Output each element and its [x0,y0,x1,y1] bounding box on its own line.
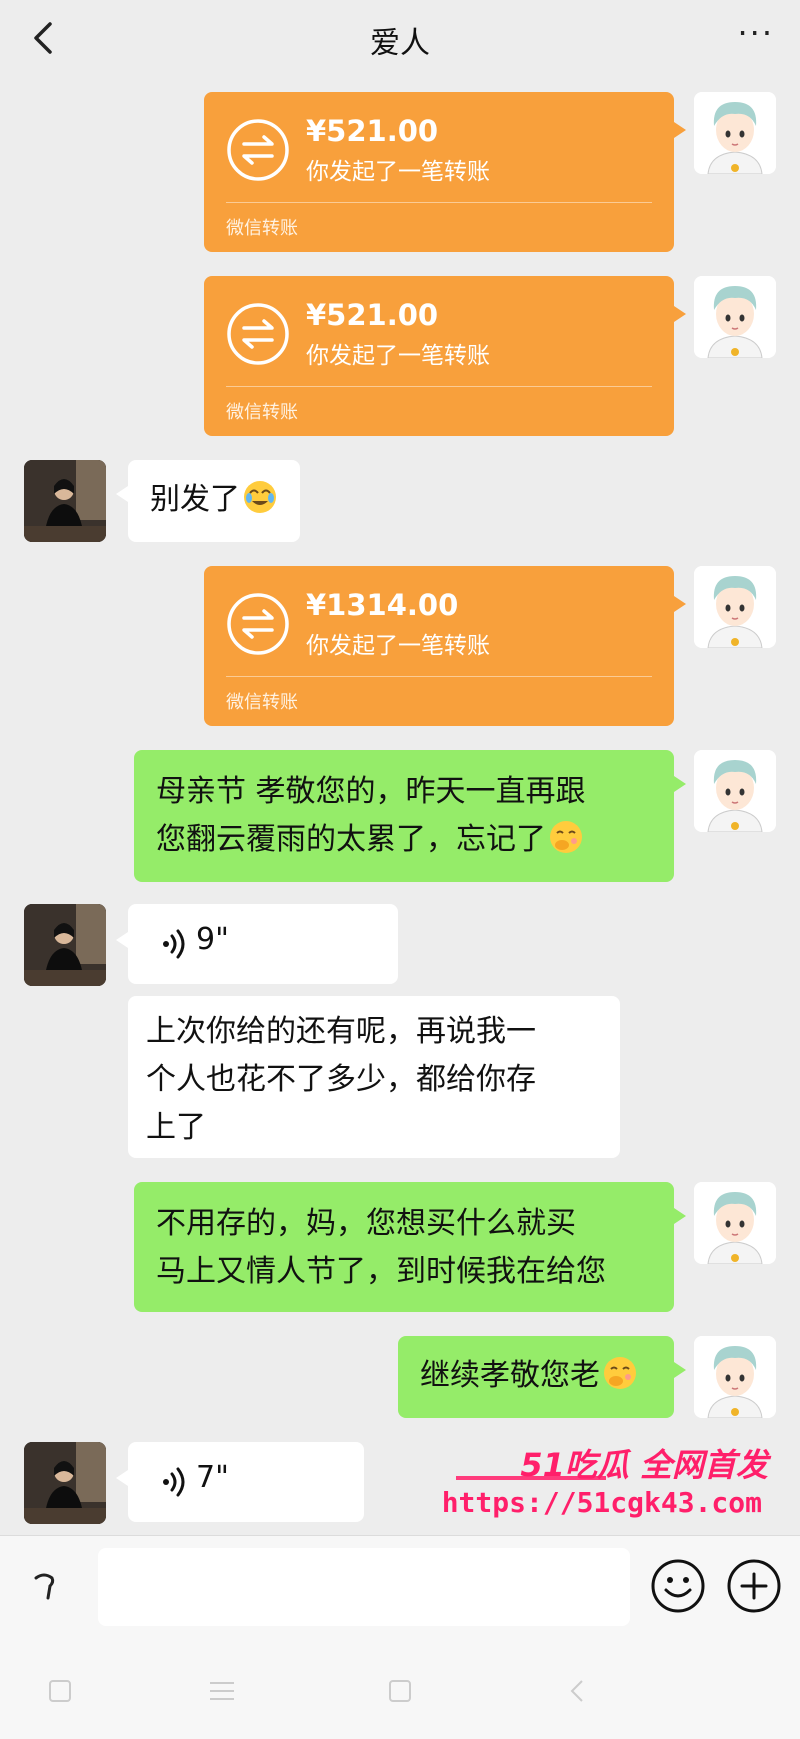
shy-face-emoji-icon [604,1357,636,1389]
message-input[interactable] [98,1548,630,1626]
nav-home-icon[interactable] [384,1675,416,1707]
message-text: 继续孝敬您老 [420,1358,600,1393]
divider [226,676,652,677]
chat-header: 爱人 ··· [0,0,800,76]
emoji-button-icon[interactable] [648,1556,708,1616]
system-nav-bar [0,1645,800,1739]
sent-message[interactable]: 继续孝敬您老 [398,1336,686,1418]
divider [226,202,652,203]
cartoon-boy-avatar-icon [694,750,776,832]
cartoon-boy-avatar-icon [694,1182,776,1264]
message-line: 不用存的，妈，您想买什么就买 [156,1206,576,1241]
sent-message[interactable]: 母亲节 孝敬您的，昨天一直再跟 您翻云覆雨的太累了，忘记了 [134,750,686,882]
watermark-brand: 51吃瓜 全网首发 [520,1446,768,1484]
transfer-description: 你发起了一笔转账 [306,159,490,185]
contact-avatar[interactable] [24,460,106,542]
voice-wave-icon [163,929,185,959]
plus-button-icon[interactable] [724,1556,784,1616]
transfer-description: 你发起了一笔转账 [306,343,490,369]
contact-photo-icon [24,904,106,986]
voice-duration: 9" [196,922,229,957]
voice-message[interactable]: 7" [116,1442,364,1522]
contact-avatar[interactable] [24,904,106,986]
cartoon-boy-avatar-icon [694,276,776,358]
message-line: 马上又情人节了，到时候我在给您 [156,1254,606,1289]
transfer-footer: 微信转账 [226,218,298,239]
transfer-card[interactable]: ¥521.00 你发起了一笔转账 微信转账 [204,276,686,436]
message-line: 您翻云覆雨的太累了，忘记了 [156,816,652,864]
cartoon-boy-avatar-icon [694,1336,776,1418]
my-avatar[interactable] [694,1182,776,1264]
nav-menu-icon[interactable] [206,1675,238,1707]
transfer-footer: 微信转账 [226,692,298,713]
transfer-footer: 微信转账 [226,402,298,423]
transfer-amount: ¥521.00 [306,298,439,332]
more-options-button[interactable]: ··· [737,14,774,52]
nav-recent-apps-icon[interactable] [44,1675,76,1707]
my-avatar[interactable] [694,566,776,648]
cartoon-boy-avatar-icon [694,566,776,648]
transfer-card[interactable]: ¥521.00 你发起了一笔转账 微信转账 [204,92,686,252]
transfer-icon [227,593,289,655]
my-avatar[interactable] [694,750,776,832]
my-avatar[interactable] [694,92,776,174]
voice-message[interactable]: 9" [116,904,398,984]
sent-message[interactable]: 不用存的，妈，您想买什么就买 马上又情人节了，到时候我在给您 [134,1182,686,1312]
contact-photo-icon [24,1442,106,1524]
watermark: 51吃瓜 全网首发 https://51cgk43.com [442,1440,788,1524]
transfer-amount: ¥1314.00 [306,588,459,622]
shy-face-emoji-icon [550,821,582,853]
cartoon-boy-avatar-icon [694,92,776,174]
transfer-icon [227,119,289,181]
divider [226,386,652,387]
transfer-icon [227,303,289,365]
message-line: 母亲节 孝敬您的，昨天一直再跟 [156,774,586,809]
voice-wave-icon [163,1467,185,1497]
voice-input-toggle-icon[interactable] [20,1558,76,1614]
transfer-amount: ¥521.00 [306,114,439,148]
nav-back-icon[interactable] [562,1675,594,1707]
received-message[interactable]: 别发了 [116,460,300,542]
input-bar [0,1535,800,1645]
message-line: 上了 [146,1110,206,1145]
my-avatar[interactable] [694,1336,776,1418]
message-line: 上次你给的还有呢，再说我一 [146,1014,536,1049]
watermark-url: https://51cgk43.com [441,1486,762,1519]
received-message[interactable]: 上次你给的还有呢，再说我一 个人也花不了多少，都给你存 上了 [128,996,620,1158]
smiling-tears-emoji-icon [244,481,276,513]
transfer-description: 你发起了一笔转账 [306,633,490,659]
voice-duration: 7" [196,1460,229,1495]
chat-title: 爱人 [370,26,430,61]
message-line: 个人也花不了多少，都给你存 [146,1062,536,1097]
my-avatar[interactable] [694,276,776,358]
message-text: 别发了 [150,482,240,517]
contact-photo-icon [24,460,106,542]
contact-avatar[interactable] [24,1442,106,1524]
transfer-card[interactable]: ¥1314.00 你发起了一笔转账 微信转账 [204,566,686,726]
